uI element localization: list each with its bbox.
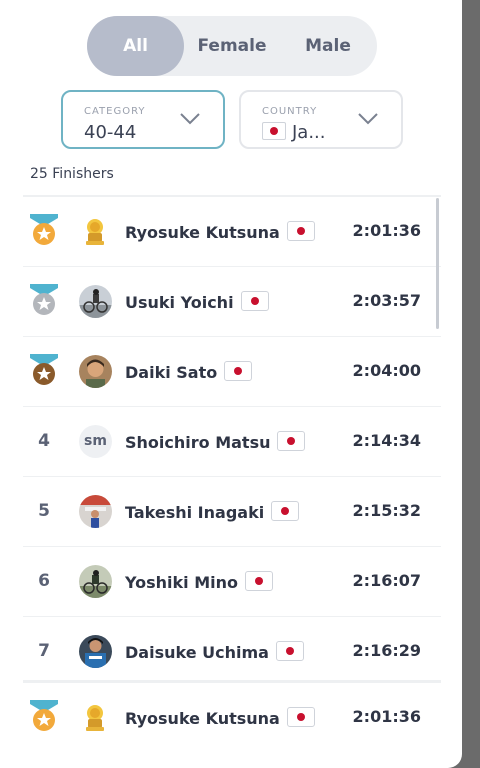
- finish-time: 2:01:36: [352, 221, 421, 240]
- category-value: 40-44: [84, 122, 137, 143]
- chevron-down-icon: [180, 113, 200, 125]
- japan-flag-icon: [240, 291, 269, 311]
- runner-photo: [79, 495, 112, 528]
- rank-cell: 7: [23, 617, 65, 686]
- results-panel: All Female Male CATEGORY 40-44 COUNTRY J…: [0, 0, 462, 768]
- result-row[interactable]: 4 sm Shoichiro Matsu 2:14:34: [23, 406, 441, 476]
- athlete-name-wrap: Ryosuke Kutsuna: [125, 707, 315, 728]
- bronze-medal-icon: [30, 354, 58, 385]
- athlete-name-wrap: Daisuke Uchima: [125, 641, 304, 662]
- finish-time: 2:16:29: [352, 641, 421, 660]
- tab-male[interactable]: Male: [283, 16, 373, 76]
- silver-medal-icon: [30, 284, 58, 315]
- athlete-name: Ryosuke Kutsuna: [125, 223, 280, 242]
- gold-medal-icon: [30, 214, 58, 245]
- trophy-icon: [86, 219, 104, 245]
- cyclist-photo: [79, 635, 112, 668]
- result-row[interactable]: Ryosuke Kutsuna 2:01:36: [23, 195, 441, 266]
- finish-time: 2:14:34: [352, 431, 421, 450]
- country-select[interactable]: COUNTRY Ja...: [239, 90, 403, 149]
- initials-avatar: sm: [79, 425, 112, 458]
- athlete-name-wrap: Yoshiki Mino: [125, 571, 273, 592]
- portrait-photo: [79, 355, 112, 388]
- athlete-avatar: [79, 355, 112, 388]
- result-row[interactable]: Daiki Sato 2:04:00: [23, 336, 441, 406]
- athlete-name: Takeshi Inagaki: [125, 503, 265, 522]
- finish-time: 2:16:07: [352, 571, 421, 590]
- category-label: CATEGORY: [84, 106, 146, 117]
- japan-flag-icon: [277, 431, 306, 451]
- finish-time: 2:04:00: [352, 361, 421, 380]
- japan-flag-icon: [286, 221, 315, 241]
- rank-number: 7: [38, 641, 50, 661]
- athlete-name: Ryosuke Kutsuna: [125, 709, 280, 728]
- athlete-name-wrap: Ryosuke Kutsuna: [125, 221, 315, 242]
- cyclist-photo: [79, 285, 112, 318]
- chevron-down-icon: [358, 113, 378, 125]
- gender-segmented-control: All Female Male: [87, 16, 377, 76]
- athlete-avatar: [79, 495, 112, 528]
- tab-female[interactable]: Female: [189, 16, 275, 76]
- athlete-name-wrap: Usuki Yoichi: [125, 291, 269, 312]
- rank-number: 6: [38, 571, 50, 591]
- rank-number: 4: [38, 431, 50, 451]
- rank-number: 5: [38, 501, 50, 521]
- results-list: Ryosuke Kutsuna 2:01:36 Usuki Yoichi 2:0…: [23, 195, 441, 686]
- gold-medal-icon: [30, 700, 58, 731]
- athlete-name-wrap: Shoichiro Matsu: [125, 431, 306, 452]
- trophy-icon: [86, 705, 104, 731]
- finish-time: 2:03:57: [352, 291, 421, 310]
- country-value: Ja...: [292, 122, 326, 143]
- result-row[interactable]: 7 Daisuke Uchima 2:16:29: [23, 616, 441, 686]
- trophy-avatar: [79, 701, 112, 734]
- rank-cell: [23, 337, 65, 406]
- japan-flag-icon: [286, 707, 315, 727]
- list-scrollbar[interactable]: [436, 198, 439, 329]
- tab-all[interactable]: All: [87, 16, 184, 76]
- category-select[interactable]: CATEGORY 40-44: [61, 90, 225, 149]
- country-label: COUNTRY: [262, 106, 318, 117]
- country-value-wrap: Ja...: [262, 122, 326, 143]
- rank-cell: 4: [23, 407, 65, 476]
- rank-cell: 5: [23, 477, 65, 546]
- rank-cell: [23, 197, 65, 266]
- athlete-avatar: [79, 565, 112, 598]
- rank-cell: 6: [23, 547, 65, 616]
- athlete-avatar: [79, 285, 112, 318]
- japan-flag-icon: [271, 501, 300, 521]
- finish-time: 2:01:36: [352, 707, 421, 726]
- athlete-name: Shoichiro Matsu: [125, 433, 271, 452]
- athlete-name: Usuki Yoichi: [125, 293, 234, 312]
- trophy-avatar: [79, 215, 112, 248]
- japan-flag-icon: [275, 641, 304, 661]
- athlete-name-wrap: Daiki Sato: [125, 361, 253, 382]
- athlete-name: Daiki Sato: [125, 363, 218, 382]
- japan-flag-icon: [262, 122, 286, 140]
- athlete-name: Daisuke Uchima: [125, 643, 269, 662]
- result-row[interactable]: 6 Yoshiki Mino 2:16:07: [23, 546, 441, 616]
- athlete-name: Yoshiki Mino: [125, 573, 238, 592]
- cyclist-photo: [79, 565, 112, 598]
- japan-flag-icon: [245, 571, 273, 591]
- athlete-avatar: [79, 635, 112, 668]
- finish-time: 2:15:32: [352, 501, 421, 520]
- rank-cell: [23, 683, 65, 752]
- japan-flag-icon: [224, 361, 253, 381]
- my-result-row[interactable]: Ryosuke Kutsuna 2:01:36: [23, 680, 441, 750]
- athlete-name-wrap: Takeshi Inagaki: [125, 501, 300, 522]
- rank-cell: [23, 267, 65, 336]
- result-row[interactable]: Usuki Yoichi 2:03:57: [23, 266, 441, 336]
- finishers-count: 25 Finishers: [30, 166, 114, 182]
- result-row[interactable]: 5 Takeshi Inagaki 2:15:32: [23, 476, 441, 546]
